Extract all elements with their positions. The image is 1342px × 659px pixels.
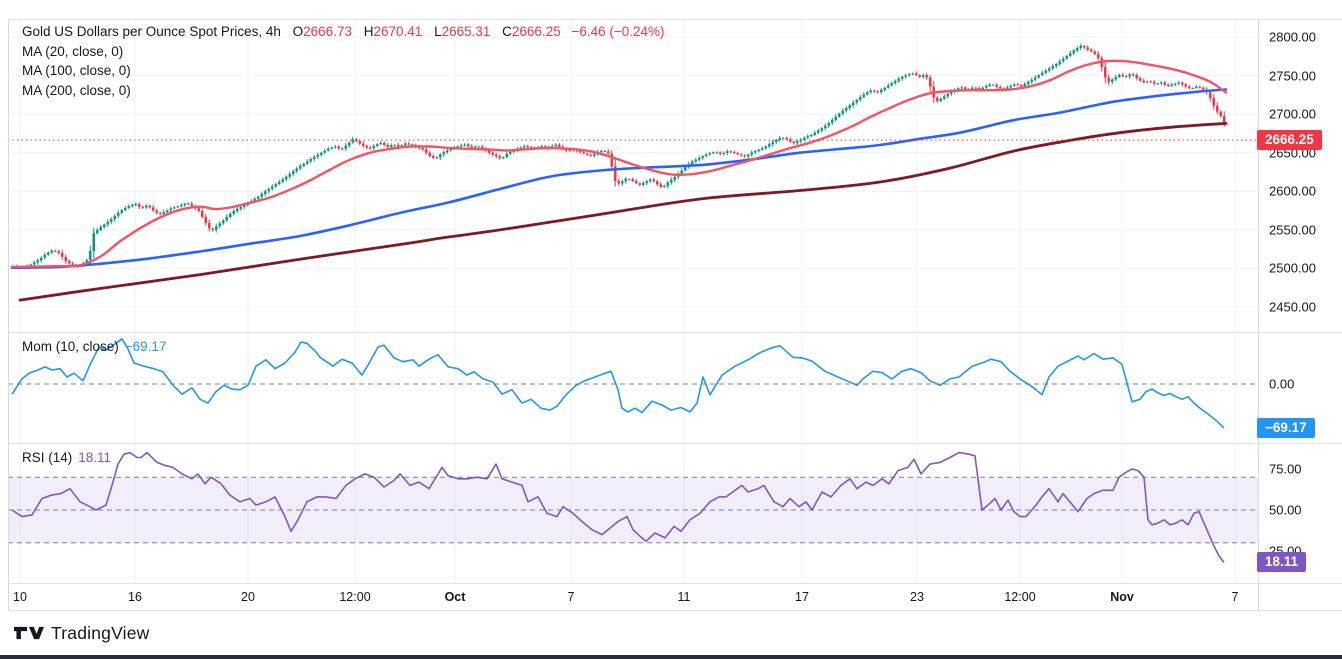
mom-rsi-separator[interactable]	[8, 443, 1342, 444]
close-label: C	[502, 24, 512, 39]
momentum-value: −69.17	[125, 339, 167, 354]
rsi-value-badge: 18.11	[1257, 552, 1306, 572]
momentum-value-badge: −69.17	[1257, 418, 1315, 438]
chart-top-border	[8, 19, 1342, 20]
time-axis-label: 12:00	[1004, 590, 1035, 604]
rsi-value: 18.11	[78, 450, 111, 465]
rsi-legend[interactable]: RSI (14) 18.11	[22, 450, 111, 465]
time-axis-label: 7	[1232, 590, 1239, 604]
time-axis-label: Oct	[445, 590, 466, 604]
price-axis[interactable]: 2800.002750.002700.002650.002600.002550.…	[1258, 19, 1342, 610]
ma200-legend[interactable]: MA (200, close, 0)	[22, 81, 665, 101]
ma100-legend[interactable]: MA (100, close, 0)	[22, 61, 665, 81]
axis-bottom-border	[8, 610, 1342, 611]
ma20-legend[interactable]: MA (20, close, 0)	[22, 42, 665, 62]
price-axis-label: 2550.00	[1269, 222, 1316, 237]
price-axis-label: 2750.00	[1269, 68, 1316, 83]
time-axis-label: 17	[795, 590, 809, 604]
rsi-label: RSI (14)	[22, 450, 72, 465]
last-price-badge: 2666.25	[1257, 130, 1322, 150]
momentum-label: Mom (10, close)	[22, 339, 119, 354]
price-axis-label: 2600.00	[1269, 184, 1316, 199]
open-value: 2666.73	[303, 24, 352, 39]
time-axis-label: 11	[678, 590, 691, 604]
main-mom-separator[interactable]	[8, 332, 1342, 333]
tradingview-logo-icon[interactable]	[14, 625, 44, 641]
chart-canvas[interactable]	[8, 19, 1258, 583]
momentum-axis-label: 0.00	[1269, 377, 1294, 392]
price-axis-label: 2800.00	[1269, 30, 1316, 45]
window-bottom-edge	[0, 655, 1342, 659]
tradingview-brand-text[interactable]: TradingView	[51, 623, 150, 644]
legend-main-row: Gold US Dollars per Ounce Spot Prices, 4…	[22, 22, 665, 42]
chart-left-border	[8, 19, 9, 610]
high-value: 2670.41	[373, 24, 422, 39]
momentum-legend[interactable]: Mom (10, close) −69.17	[22, 339, 166, 354]
close-value: 2666.25	[512, 24, 561, 39]
price-axis-label: 2450.00	[1269, 300, 1316, 315]
time-axis-label: 12:00	[339, 590, 370, 604]
low-label: L	[434, 24, 442, 39]
low-value: 2665.31	[442, 24, 491, 39]
time-axis-label: 16	[128, 590, 142, 604]
rsi-axis-label: 75.00	[1269, 462, 1302, 477]
time-axis-label: Nov	[1110, 590, 1134, 604]
price-axis-label: 2500.00	[1269, 261, 1316, 276]
time-axis-label: 10	[13, 590, 27, 604]
change-value: −6.46 (−0.24%)	[571, 24, 664, 39]
time-axis-label: 20	[241, 590, 255, 604]
chart-legend: Gold US Dollars per Ounce Spot Prices, 4…	[22, 22, 665, 100]
open-label: O	[293, 24, 304, 39]
time-axis[interactable]: 10 16 20 12:00 Oct 7 11 17 23 12:00 Nov 7	[8, 583, 1258, 610]
time-axis-label: 7	[568, 590, 575, 604]
footer: TradingView	[14, 618, 150, 648]
time-axis-label: 23	[910, 590, 924, 604]
price-axis-label: 2700.00	[1269, 107, 1316, 122]
symbol-title[interactable]: Gold US Dollars per Ounce Spot Prices, 4…	[22, 24, 281, 39]
rsi-axis-label: 50.00	[1269, 503, 1302, 518]
